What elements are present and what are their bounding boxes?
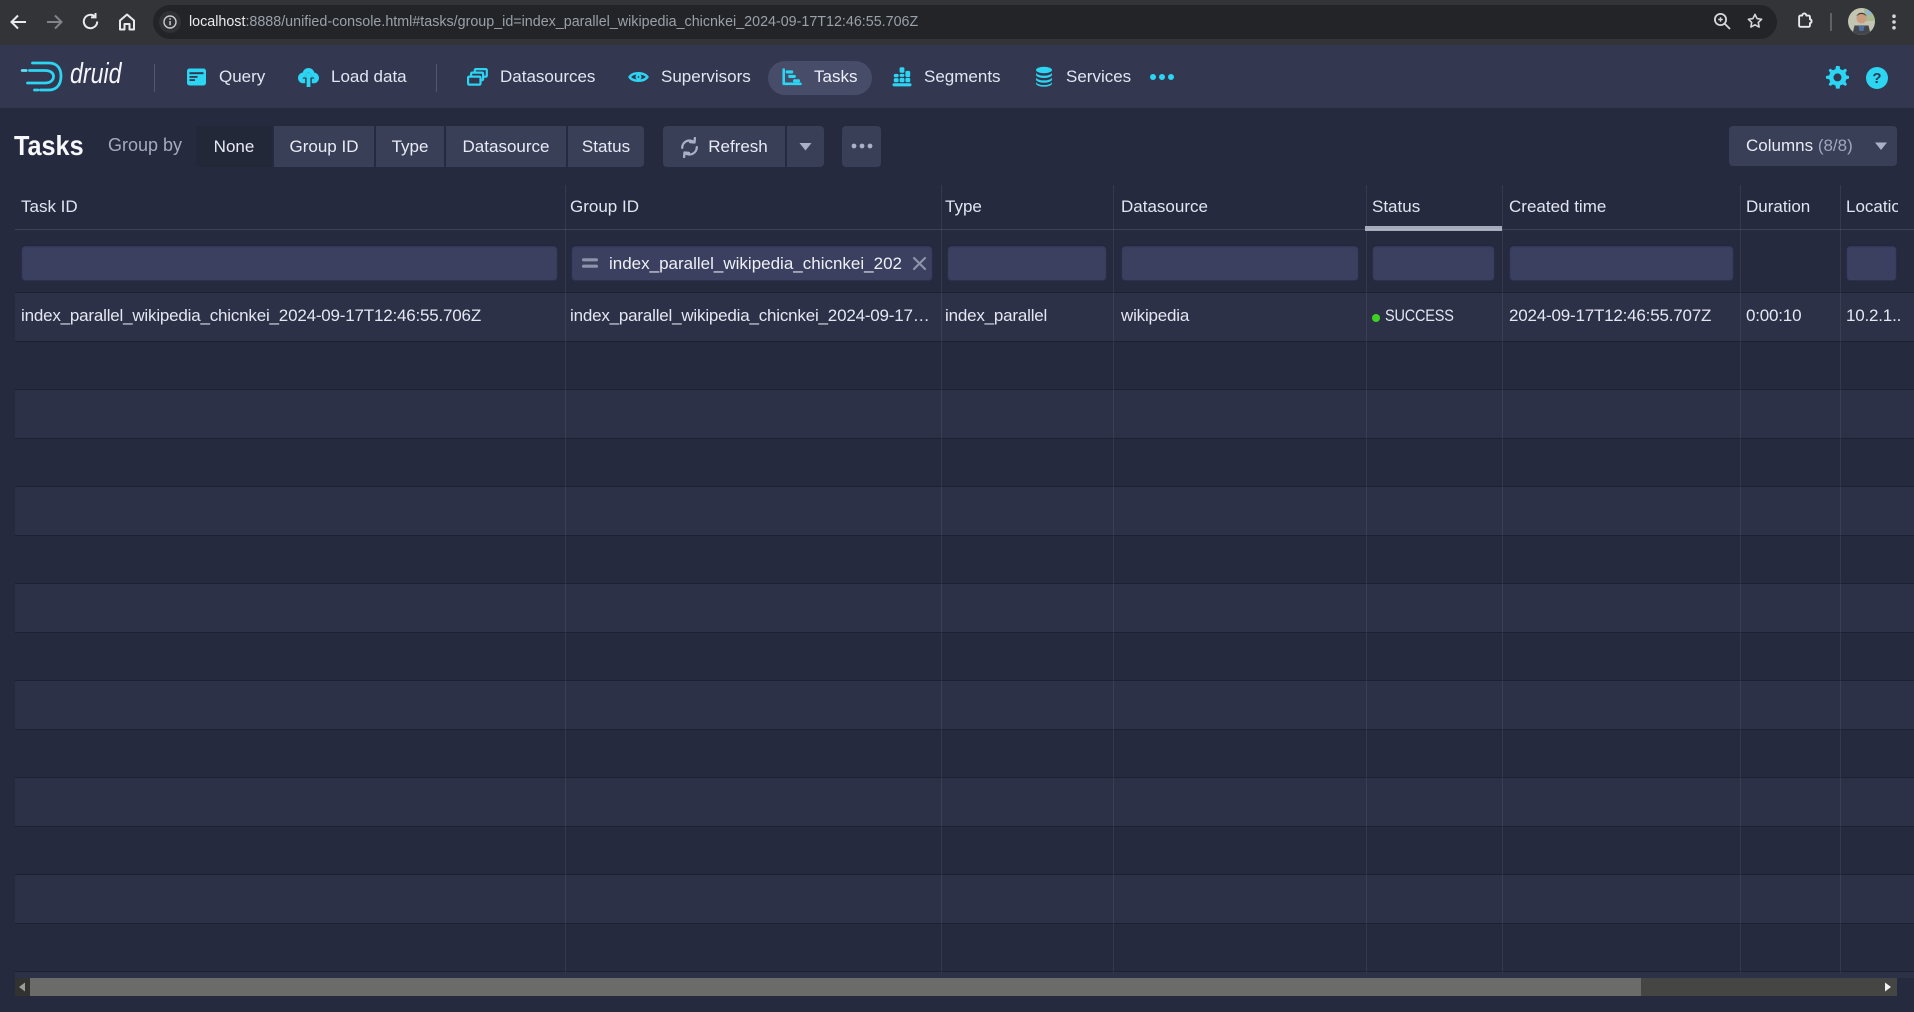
svg-text:?: ? [1872,70,1881,87]
